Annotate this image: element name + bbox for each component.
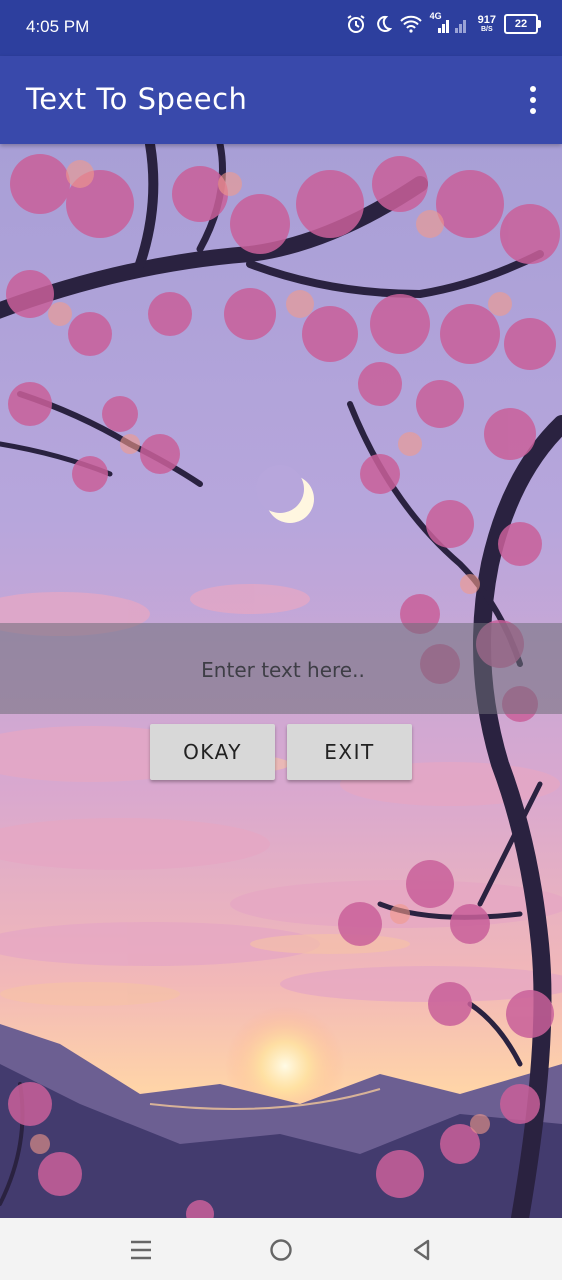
network-type: 4G: [429, 11, 442, 21]
wifi-icon: [399, 15, 422, 33]
battery-level: 22: [514, 18, 528, 30]
net-speed-unit: B/S: [480, 25, 493, 33]
net-speed-value: 917: [477, 13, 496, 26]
more-vert-icon[interactable]: [522, 80, 544, 120]
okay-button[interactable]: OKAY: [150, 724, 275, 780]
status-time: 4:05 PM: [26, 17, 90, 36]
exit-button[interactable]: EXIT: [287, 724, 412, 780]
text-input-band: [0, 623, 562, 716]
signal-icon: 4G: [429, 11, 470, 34]
back-icon[interactable]: [406, 1235, 436, 1265]
status-icons: 4G 917 B/S 22: [346, 11, 541, 34]
app-title: Text To Speech: [26, 82, 248, 116]
battery-icon: 22: [504, 14, 541, 34]
status-bar: 4:05 PM 4G 917 B/S 22: [0, 0, 562, 56]
navigation-bar: [0, 1218, 562, 1280]
recent-apps-icon[interactable]: [126, 1235, 156, 1265]
text-input[interactable]: [0, 623, 562, 716]
app-bar: Text To Speech: [0, 56, 562, 144]
home-icon[interactable]: [266, 1235, 296, 1265]
net-speed: 917 B/S: [477, 13, 496, 34]
moon-icon: [374, 15, 392, 33]
alarm-icon: [346, 14, 366, 34]
